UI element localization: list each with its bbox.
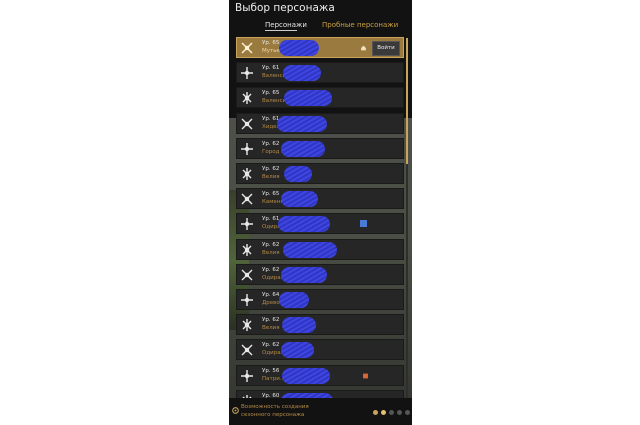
character-row[interactable]: Ур. 65Каменный ... песка: [236, 188, 404, 210]
redacted-name: [283, 241, 337, 258]
redacted-name: [282, 317, 316, 334]
character-row[interactable]: Ур. 62 Одиралит: [236, 263, 404, 285]
character-row[interactable]: Ур. 65 Мутьен Войти: [236, 37, 404, 58]
scrollbar-thumb[interactable]: [406, 38, 408, 164]
footer: Возможность создания сезонного персонажа: [229, 398, 412, 425]
redacted-name: [279, 40, 319, 56]
character-row[interactable]: Ур. 62 Велия: [236, 314, 404, 336]
character-level: Ур. 62: [262, 342, 280, 349]
class-emblem-icon: [242, 319, 252, 332]
character-level: Ур. 65: [262, 40, 280, 46]
class-emblem-icon: [242, 92, 252, 105]
character-row[interactable]: Ур. 56 Патри...: [236, 364, 404, 386]
class-emblem-icon: [241, 193, 253, 205]
class-emblem-icon: [241, 344, 253, 356]
character-level: Ур. 56: [262, 367, 280, 374]
season-notice-line-1: Возможность создания: [241, 404, 309, 410]
character-location: Велия: [262, 325, 280, 332]
class-emblem-icon: [241, 142, 253, 155]
class-emblem-icon: [241, 42, 253, 54]
page-dot[interactable]: [389, 410, 394, 415]
character-level: Ур. 62: [262, 266, 280, 273]
character-row[interactable]: Ур. 62 Одиралит: [236, 339, 404, 361]
redacted-name: [284, 90, 332, 107]
redacted-name: [283, 65, 321, 82]
redacted-name: [284, 166, 312, 182]
character-select-panel: Выбор персонажа Персонажи Пробные персон…: [229, 0, 412, 425]
character-row[interactable]: Ур. 62 Велия: [236, 238, 404, 260]
redacted-name: [281, 266, 327, 283]
page-dot[interactable]: [405, 410, 410, 415]
residence-icon: [363, 373, 368, 378]
class-emblem-icon: [242, 168, 252, 180]
character-location: Велия: [262, 249, 280, 256]
character-level: Ур. 62: [262, 166, 280, 172]
character-row[interactable]: Ур. 62 Велия: [236, 163, 404, 184]
season-notice-line-2: сезонного персонажа: [241, 411, 305, 418]
character-row[interactable]: Ур. 62Город Хидел: [236, 137, 404, 159]
character-row[interactable]: Ур. 61 Валенсия: [236, 62, 404, 84]
character-row[interactable]: Ур. 64 Древо: [236, 289, 404, 310]
redacted-name: [282, 367, 330, 384]
redacted-name: [281, 191, 318, 208]
character-level: Ур. 65: [262, 90, 280, 97]
class-emblem-icon: [241, 67, 253, 80]
redacted-name: [281, 342, 314, 359]
tab-trial-characters[interactable]: Пробные персонажи: [322, 21, 398, 29]
redacted-name: [281, 140, 325, 157]
character-level: Ур. 61: [262, 65, 280, 72]
class-emblem-icon: [241, 118, 253, 130]
character-row[interactable]: Ур. 61 Хидел: [236, 112, 404, 134]
character-row[interactable]: Ур. 65 Валенсия: [236, 87, 404, 109]
class-emblem-icon: [241, 218, 253, 231]
class-emblem-icon: [241, 269, 253, 281]
login-button[interactable]: Войти: [372, 41, 400, 56]
redacted-name: [279, 292, 309, 308]
page-title: Выбор персонажа: [235, 2, 335, 14]
season-character-notice: Возможность создания сезонного персонажа: [241, 404, 336, 419]
character-level: Ур. 62: [262, 140, 280, 147]
class-emblem-icon: [241, 369, 253, 382]
active-tab-underline: [265, 30, 297, 31]
character-level: Ур. 61: [262, 216, 280, 223]
class-emblem-icon: [241, 294, 253, 306]
character-row[interactable]: Ур. 61 Одиралит: [236, 213, 404, 235]
character-location: Древо: [262, 300, 280, 306]
redacted-name: [277, 115, 327, 132]
character-level: Ур. 62: [262, 241, 280, 248]
page-dot[interactable]: [381, 410, 386, 415]
residence-icon: [361, 45, 366, 51]
character-level: Ур. 64: [262, 292, 280, 298]
character-location: Велия: [262, 174, 280, 180]
page-dot[interactable]: [373, 410, 378, 415]
redacted-name: [278, 216, 330, 233]
tab-characters[interactable]: Персонажи: [265, 21, 307, 29]
character-level: Ур. 62: [262, 317, 280, 324]
season-info-icon: [232, 407, 239, 414]
ticket-icon: [360, 220, 367, 228]
page-dot[interactable]: [397, 410, 402, 415]
class-emblem-icon: [242, 243, 252, 256]
character-level: Ур. 65: [262, 191, 280, 198]
